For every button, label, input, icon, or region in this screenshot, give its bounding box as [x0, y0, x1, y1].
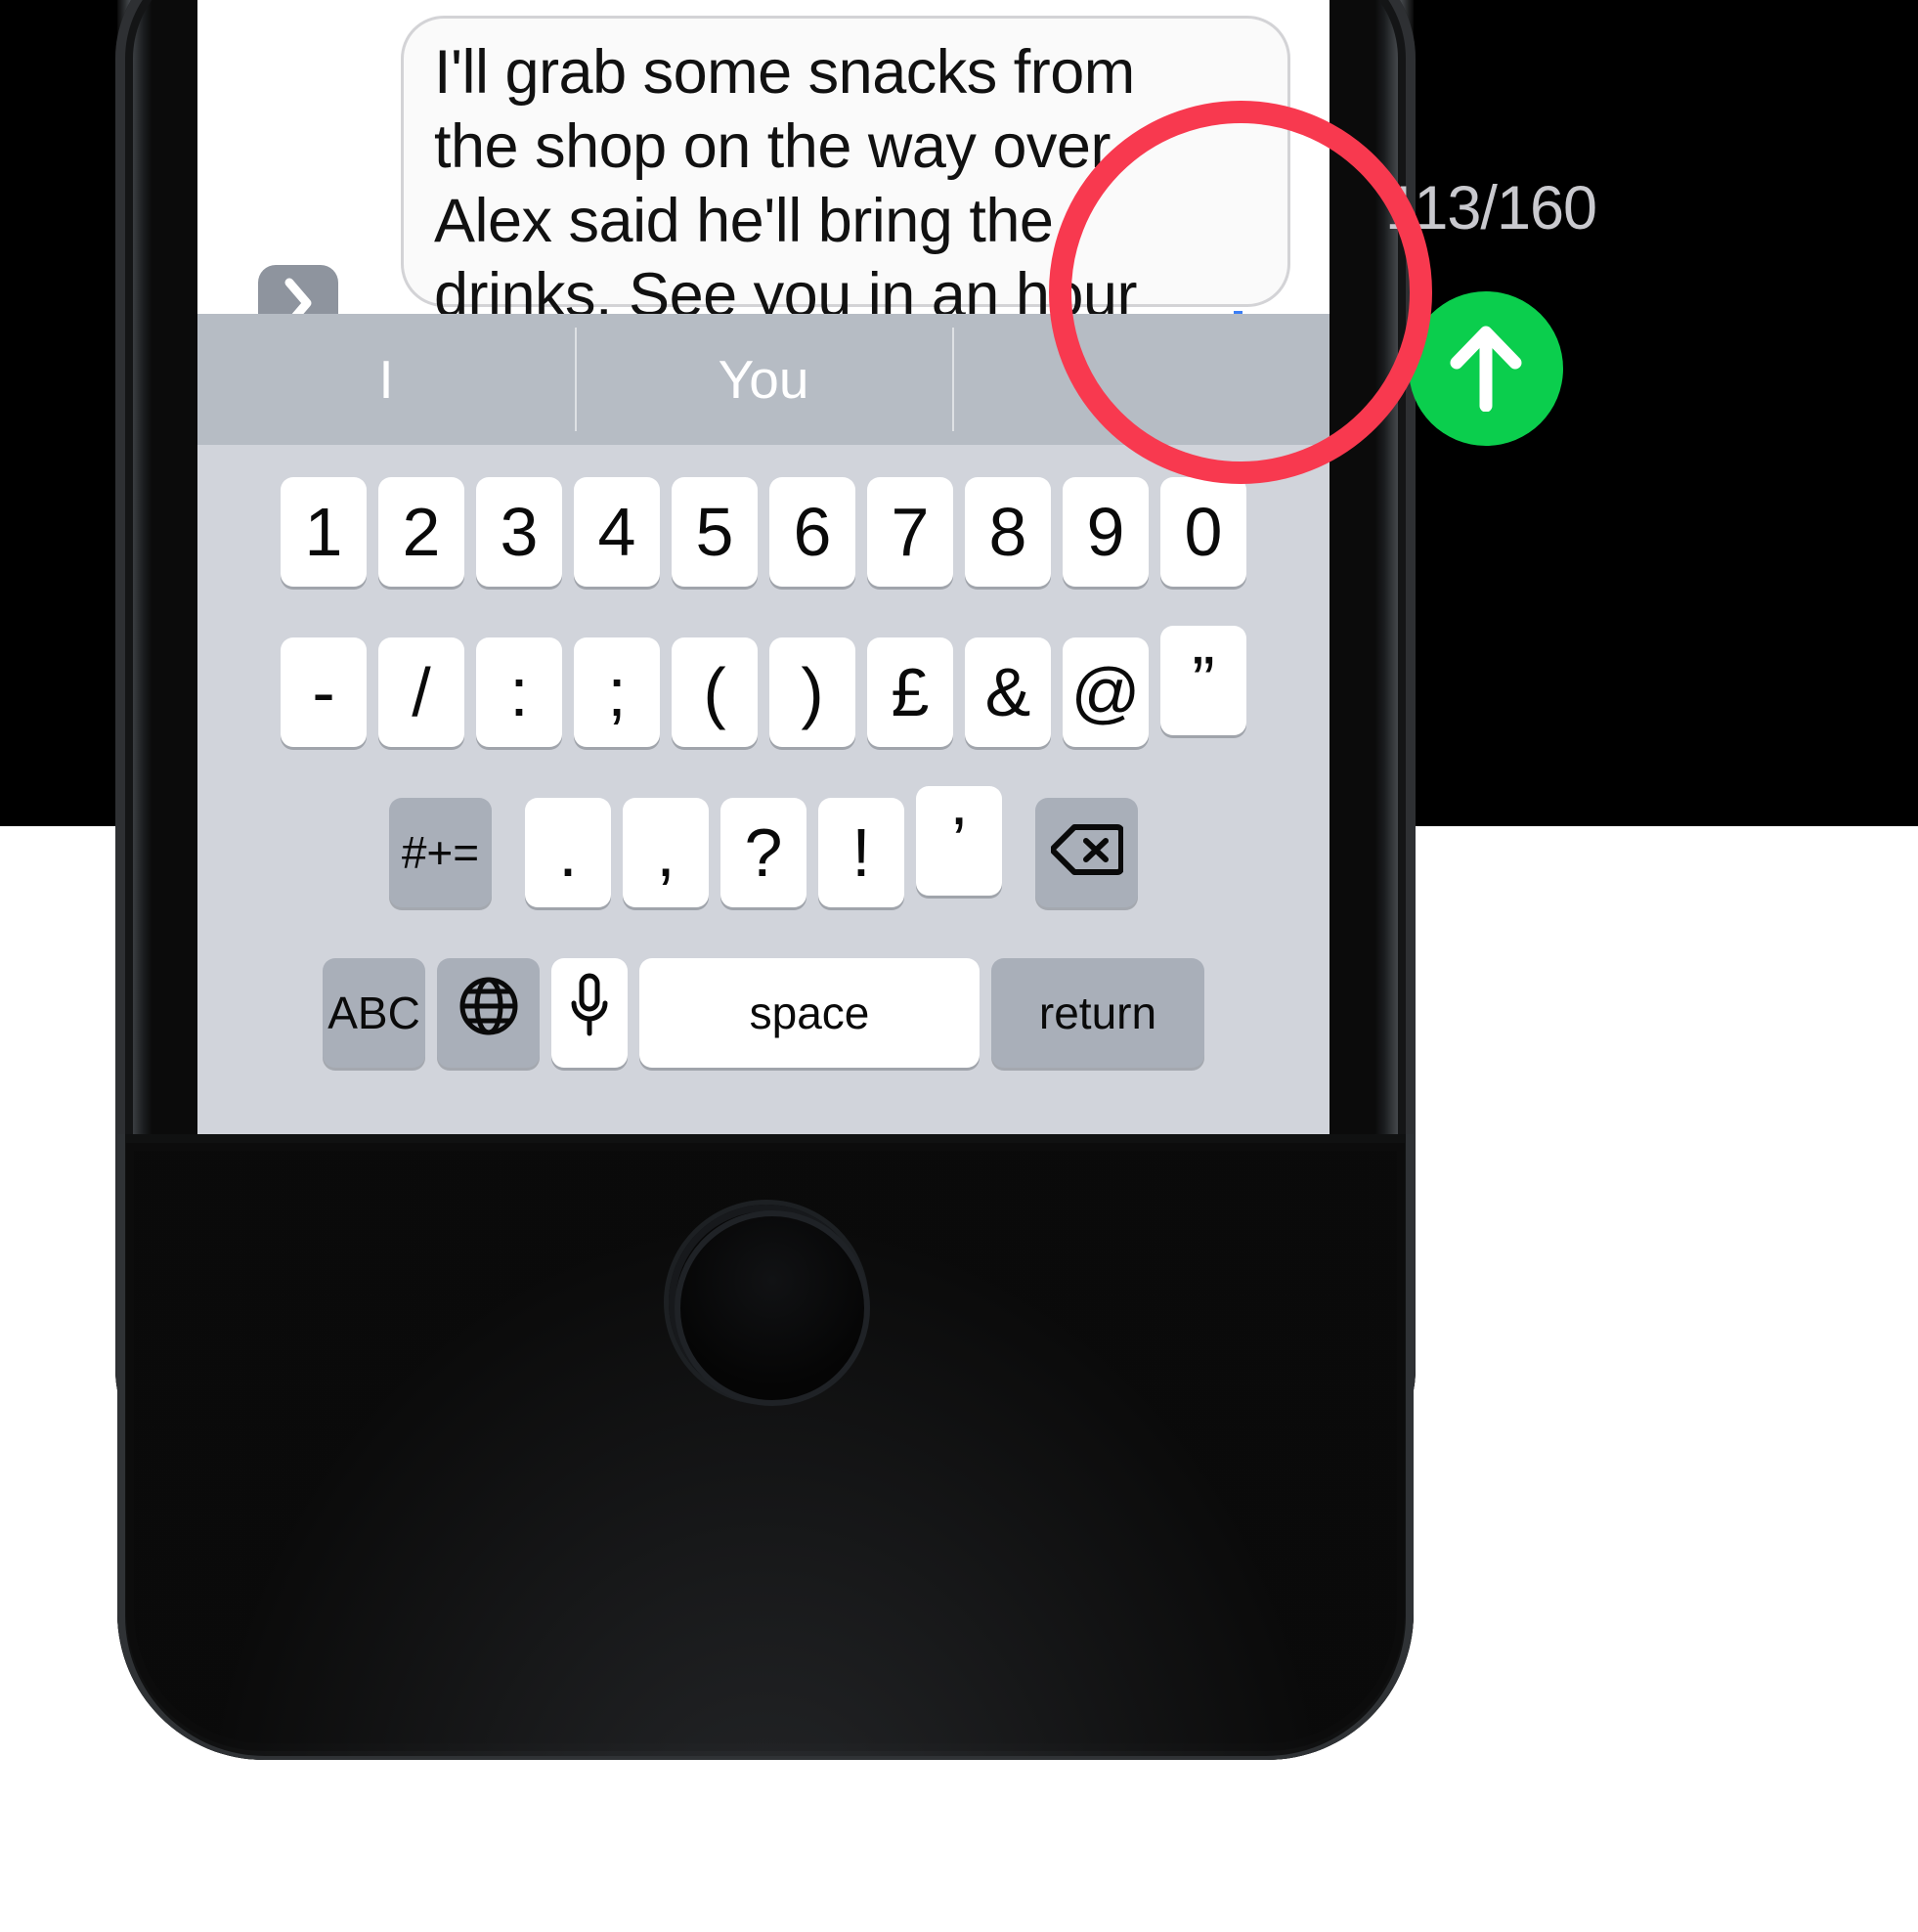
key-exclamation[interactable]: !	[818, 798, 904, 907]
key-semicolon[interactable]: ;	[574, 637, 660, 747]
microphone-icon	[569, 973, 610, 1053]
key-apostrophe[interactable]: ’	[916, 786, 1002, 896]
key-ampersand[interactable]: &	[965, 637, 1051, 747]
key-space[interactable]: space	[639, 958, 980, 1068]
key-hyphen[interactable]: -	[281, 637, 367, 747]
key-colon[interactable]: :	[476, 637, 562, 747]
key-5[interactable]: 5	[672, 477, 758, 587]
key-question[interactable]: ?	[720, 798, 806, 907]
onscreen-keyboard: I You 1 2 3 4 5 6 7 8 9 0 - / : ; () £ …	[197, 314, 1330, 1168]
key-8[interactable]: 8	[965, 477, 1051, 587]
key-symbols-shift[interactable]: #+=	[389, 798, 492, 907]
compose-row: I'll grab some snacks from the shop on t…	[197, 0, 1330, 404]
key-return[interactable]: return	[991, 958, 1204, 1068]
key-comma[interactable]: ,	[623, 798, 709, 907]
send-button[interactable]	[1409, 291, 1563, 446]
suggestion-item-3[interactable]	[952, 314, 1330, 445]
key-globe[interactable]	[437, 958, 540, 1068]
keyboard-row-numbers: 1 2 3 4 5 6 7 8 9 0	[197, 459, 1330, 605]
key-paren-close[interactable]: )	[769, 637, 855, 747]
key-backspace[interactable]	[1035, 798, 1138, 907]
key-0[interactable]: 0	[1160, 477, 1246, 587]
suggestion-item-2[interactable]: You	[575, 314, 952, 445]
character-counter: 113/160	[1385, 174, 1597, 242]
key-slash[interactable]: /	[378, 637, 464, 747]
globe-icon	[458, 974, 519, 1052]
key-paren-open[interactable]: (	[672, 637, 758, 747]
keyboard-row-bottom: ABC space return	[197, 940, 1330, 1086]
home-button-ring	[675, 1210, 870, 1406]
keyboard-keys: 1 2 3 4 5 6 7 8 9 0 - / : ; ( ) £ & @ ” …	[197, 445, 1330, 1168]
key-9[interactable]: 9	[1063, 477, 1149, 587]
key-4[interactable]: 4	[574, 477, 660, 587]
key-2[interactable]: 2	[378, 477, 464, 587]
key-pound[interactable]: £	[867, 637, 953, 747]
key-7[interactable]: 7	[867, 477, 953, 587]
arrow-up-icon	[1445, 322, 1527, 417]
suggestion-item-1[interactable]: I	[197, 314, 575, 445]
backspace-icon	[1049, 813, 1124, 892]
phone-screen: I'll grab some snacks from the shop on t…	[197, 0, 1330, 1168]
key-dictation[interactable]	[551, 958, 628, 1068]
predictive-text-bar: I You	[197, 314, 1330, 445]
key-3[interactable]: 3	[476, 477, 562, 587]
key-period[interactable]: .	[525, 798, 611, 907]
key-6[interactable]: 6	[769, 477, 855, 587]
key-abc[interactable]: ABC	[323, 958, 425, 1068]
keyboard-row-punctuation: #+= . , ? ! ’	[197, 779, 1330, 926]
key-quote-double[interactable]: ”	[1160, 626, 1246, 735]
key-at[interactable]: @	[1063, 637, 1149, 747]
keyboard-row-symbols: - / : ; ( ) £ & @ ”	[197, 619, 1330, 766]
key-1[interactable]: 1	[281, 477, 367, 587]
